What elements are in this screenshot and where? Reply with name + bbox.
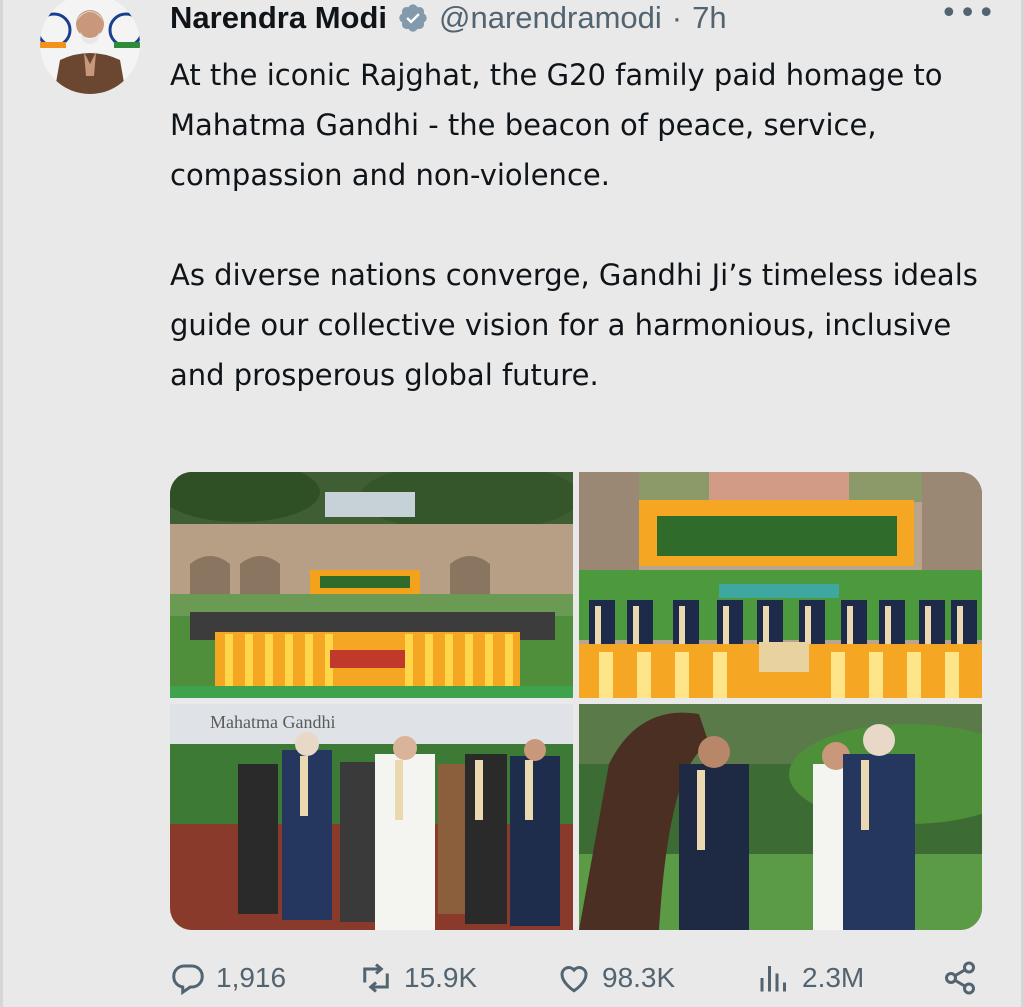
tweet-paragraph-2: As diverse nations converge, Gandhi Ji’s… bbox=[170, 258, 978, 392]
retweet-count: 15.9K bbox=[404, 962, 478, 993]
avatar-image bbox=[40, 0, 140, 94]
photo-leaders-garden[interactable] bbox=[579, 704, 982, 930]
views-button[interactable]: 2.3M bbox=[756, 960, 864, 996]
share-icon bbox=[945, 961, 975, 995]
reply-button[interactable]: 1,916 bbox=[170, 960, 286, 996]
avatar[interactable] bbox=[40, 0, 140, 94]
views-chart-icon bbox=[760, 966, 786, 992]
media-grid: Mahatma Gandhi bbox=[170, 472, 982, 930]
photo-leaders-walking[interactable]: Mahatma Gandhi bbox=[170, 704, 573, 930]
more-options-icon[interactable]: ••• bbox=[940, 0, 996, 29]
heart-icon bbox=[560, 966, 588, 993]
photo-leaders-at-memorial[interactable] bbox=[579, 472, 982, 698]
author-handle[interactable]: @narendramodi bbox=[439, 0, 662, 36]
reply-count: 1,916 bbox=[216, 962, 287, 993]
tweet-text: At the iconic Rajghat, the G20 family pa… bbox=[170, 50, 990, 400]
author-name[interactable]: Narendra Modi bbox=[170, 0, 387, 36]
retweet-button[interactable]: 15.9K bbox=[358, 960, 477, 996]
photo-rajghat-wide-view[interactable] bbox=[170, 472, 573, 698]
like-button[interactable]: 98.3K bbox=[556, 960, 675, 996]
tweet-paragraph-1: At the iconic Rajghat, the G20 family pa… bbox=[170, 58, 943, 192]
tweet-header: Narendra Modi @narendramodi · 7h bbox=[170, 0, 727, 36]
sign-text: Mahatma Gandhi bbox=[210, 712, 335, 732]
views-count: 2.3M bbox=[802, 962, 865, 993]
frame-edge-left bbox=[0, 0, 3, 1007]
like-count: 98.3K bbox=[602, 962, 676, 993]
tweet-timestamp[interactable]: 7h bbox=[692, 0, 726, 36]
header-separator: · bbox=[671, 0, 683, 35]
retweet-icon bbox=[363, 963, 389, 993]
share-button[interactable] bbox=[942, 960, 978, 996]
reply-icon bbox=[172, 964, 204, 996]
verified-badge-icon bbox=[399, 4, 427, 32]
tweet-action-bar: 1,916 15.9K 98.3K 2.3M bbox=[170, 960, 990, 1004]
